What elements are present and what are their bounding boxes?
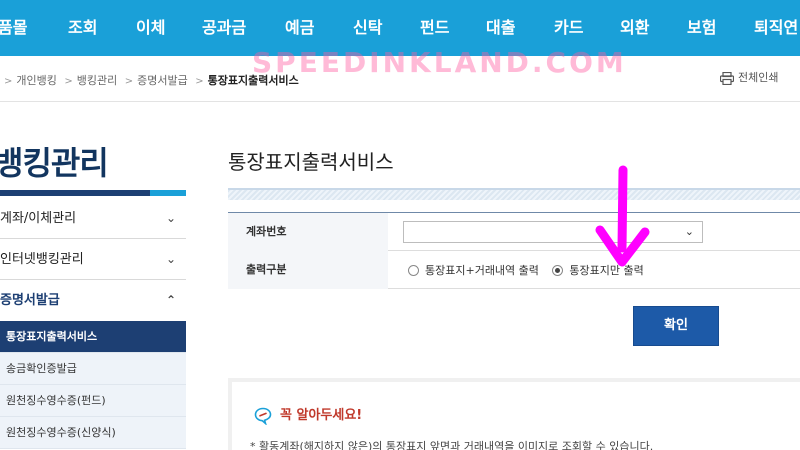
sidebar-item-certificate[interactable]: 증명서발급 ⌃ — [0, 280, 186, 321]
title-divider — [228, 188, 800, 200]
sidebar-item-internet-banking[interactable]: 인터넷뱅킹관리 ⌄ — [0, 239, 186, 280]
account-row: 계좌번호 ⌄ — [228, 213, 800, 251]
chevron-up-icon: ⌃ — [165, 293, 176, 307]
breadcrumb-item-banking-management[interactable]: 뱅킹관리 — [77, 74, 117, 87]
printer-icon — [719, 71, 735, 85]
nav-item-shop[interactable]: 품몰 — [0, 0, 27, 56]
sidebar-subitem-passbook-cover[interactable]: 통장표지출력서비스 — [0, 321, 186, 353]
account-select[interactable]: ⌄ — [403, 221, 703, 243]
sidebar-item-label: 계좌/이체관리 — [0, 211, 77, 226]
breadcrumb-item-personal-banking[interactable]: 개인뱅킹 — [16, 74, 56, 87]
nav-item-trust[interactable]: 신탁 — [353, 0, 382, 56]
sidebar-item-label: 증명서발급 — [0, 293, 60, 308]
notice-heading: 꼭 알아두세요! — [254, 404, 363, 426]
account-field: ⌄ — [388, 213, 800, 251]
print-all-button[interactable]: 전체인쇄 — [719, 69, 779, 85]
radio-label: 통장표지+거래내역 출력 — [425, 264, 539, 277]
sidebar-title: 뱅킹관리 — [0, 144, 109, 182]
notice-heading-text: 꼭 알아두세요! — [280, 408, 363, 423]
page-title: 통장표지출력서비스 — [228, 150, 394, 174]
nav-item-deposit[interactable]: 예금 — [285, 0, 314, 56]
notice-text: * 활동계좌(해지하지 않은)의 통장표지 앞면과 거래내역을 이미지로 조회할… — [250, 440, 654, 450]
nav-item-loan[interactable]: 대출 — [486, 0, 515, 56]
chevron-down-icon: ⌄ — [684, 225, 694, 238]
chevron-down-icon: ⌄ — [165, 252, 176, 266]
radio-circle[interactable] — [408, 265, 419, 276]
breadcrumb-separator: > — [64, 76, 73, 87]
underline-dark — [0, 190, 150, 196]
sidebar-subitem-remittance-confirmation[interactable]: 송금확인증발급 — [0, 353, 186, 385]
nav-item-inquiry[interactable]: 조회 — [68, 0, 97, 56]
breadcrumb-separator: > — [124, 76, 134, 87]
output-type-label: 출력구분 — [228, 251, 388, 289]
output-type-field: 통장표지+거래내역 출력 통장표지만 출력 — [388, 251, 800, 289]
breadcrumb-current: 통장표지출력서비스 — [207, 74, 299, 87]
nav-item-transfer[interactable]: 이체 — [136, 0, 165, 56]
nav-item-foreign-exchange[interactable]: 외환 — [620, 0, 649, 56]
account-label: 계좌번호 — [228, 213, 388, 251]
top-navigation-bar: 품몰 조회 이체 공과금 예금 신탁 펀드 대출 카드 외환 보험 퇴직연 — [0, 0, 800, 56]
speech-bubble-icon — [254, 407, 272, 426]
breadcrumb: > 개인뱅킹 > 뱅킹관리 > 증명서발급 > 통장표지출력서비스 — [0, 72, 299, 88]
nav-item-fund[interactable]: 펀드 — [420, 0, 449, 56]
sidebar-item-account-transfer[interactable]: 계좌/이체관리 ⌄ — [0, 198, 186, 239]
notice-box: 꼭 알아두세요! * 활동계좌(해지하지 않은)의 통장표지 앞면과 거래내역을… — [228, 378, 800, 450]
sidebar-subitem-withholding-fund[interactable]: 원천징수영수증(펀드) — [0, 385, 186, 417]
breadcrumb-bar: > 개인뱅킹 > 뱅킹관리 > 증명서발급 > 통장표지출력서비스 전체인쇄 — [0, 56, 800, 102]
radio-cover-only[interactable]: 통장표지만 출력 — [552, 262, 644, 278]
print-all-label: 전체인쇄 — [738, 71, 779, 84]
underline-accent — [150, 190, 186, 196]
nav-item-retirement[interactable]: 퇴직연 — [754, 0, 798, 56]
sidebar-subitem-withholding-new[interactable]: 원천징수영수증(신양식) — [0, 417, 186, 449]
sidebar-menu: 계좌/이체관리 ⌄ 인터넷뱅킹관리 ⌄ 증명서발급 ⌃ 통장표지출력서비스 송금… — [0, 198, 186, 449]
sidebar-title-underline — [0, 190, 186, 196]
confirm-button[interactable]: 확인 — [633, 306, 719, 346]
radio-label: 통장표지만 출력 — [569, 264, 644, 277]
output-type-radio-group: 통장표지+거래내역 출력 통장표지만 출력 — [408, 262, 654, 278]
radio-circle-checked[interactable] — [552, 265, 564, 276]
output-type-row: 출력구분 통장표지+거래내역 출력 통장표지만 출력 — [228, 251, 800, 289]
breadcrumb-item-certificate[interactable]: 증명서발급 — [137, 74, 188, 87]
chevron-down-icon: ⌄ — [165, 211, 176, 225]
nav-item-card[interactable]: 카드 — [554, 0, 583, 56]
form-table: 계좌번호 ⌄ 출력구분 통장표지+거래내역 출력 통장표지만 출력 — [228, 212, 800, 289]
sidebar-item-label: 인터넷뱅킹관리 — [0, 252, 84, 267]
breadcrumb-separator: > — [195, 76, 204, 87]
nav-item-insurance[interactable]: 보험 — [687, 0, 716, 56]
breadcrumb-separator: > — [4, 76, 13, 87]
radio-cover-and-history[interactable]: 통장표지+거래내역 출력 — [408, 262, 539, 278]
nav-item-utility-bills[interactable]: 공과금 — [202, 0, 246, 56]
